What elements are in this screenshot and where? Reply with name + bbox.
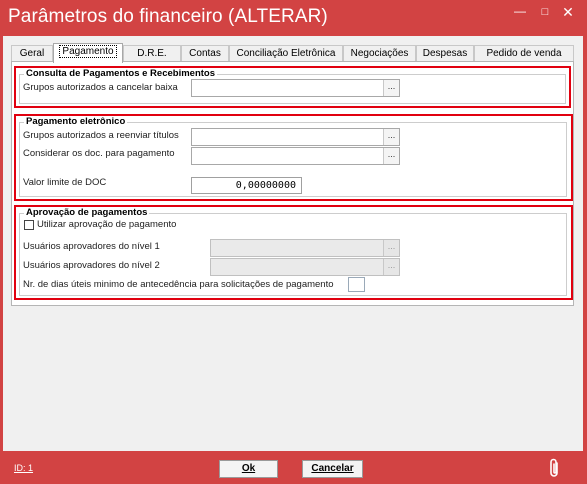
section-consulta-highlight: Consulta de Pagamentos e Recebimentos Gr… <box>14 66 571 108</box>
close-icon[interactable]: ✕ <box>557 4 579 20</box>
aprovadores-nivel2-label: Usuários aprovadores do nível 2 <box>23 260 160 271</box>
title-bar: Parâmetros do financeiro (ALTERAR) — □ ✕ <box>0 0 587 36</box>
paperclip-icon[interactable] <box>548 458 562 480</box>
tab-label: Despesas <box>422 48 468 59</box>
tab-label: Geral <box>19 48 45 59</box>
grupos-cancelar-field[interactable]: ... <box>191 79 400 97</box>
section-pagamento-eletronico-highlight: Pagamento eletrônico Grupos autorizados … <box>14 114 573 201</box>
utilizar-aprovacao-checkbox[interactable] <box>24 220 34 230</box>
grupos-reenviar-label: Grupos autorizados a reenviar títulos <box>23 130 179 141</box>
tab-contas[interactable]: Contas <box>181 45 229 62</box>
aprovadores-nivel2-lookup-button[interactable]: ... <box>383 259 399 275</box>
grupos-cancelar-lookup-button[interactable]: ... <box>383 80 399 96</box>
groupbox-pagamento-eletronico: Pagamento eletrônico Grupos autorizados … <box>19 116 567 197</box>
tab-dre[interactable]: D.R.E. <box>123 45 181 62</box>
groupbox-consulta: Consulta de Pagamentos e Recebimentos Gr… <box>19 68 566 104</box>
ok-button-label: Ok <box>241 463 256 474</box>
tab-label: Pedido de venda <box>486 48 562 59</box>
record-id-link[interactable]: ID: 1 <box>14 463 33 473</box>
aprovadores-nivel1-field[interactable]: ... <box>210 239 400 257</box>
dias-antecedencia-label: Nr. de dias úteis minimo de antecedência… <box>23 279 334 290</box>
grupos-cancelar-label: Grupos autorizados a cancelar baixa <box>23 82 178 93</box>
considerar-doc-label: Considerar os doc. para pagamento <box>23 148 175 159</box>
tab-label: Pagamento <box>59 45 117 58</box>
tab-strip: Geral Pagamento D.R.E. Contas Conciliaçã… <box>11 43 574 63</box>
grupos-reenviar-lookup-button[interactable]: ... <box>383 129 399 145</box>
ok-button[interactable]: Ok <box>219 460 278 478</box>
tab-page-pagamento: Consulta de Pagamentos e Recebimentos Gr… <box>11 61 574 306</box>
considerar-doc-field[interactable]: ... <box>191 147 400 165</box>
cancel-button[interactable]: Cancelar <box>302 460 363 478</box>
utilizar-aprovacao-label[interactable]: Utilizar aprovação de pagamento <box>37 219 176 230</box>
window-title: Parâmetros do financeiro (ALTERAR) <box>8 6 328 27</box>
tab-label: Contas <box>189 48 221 59</box>
tab-conciliacao-eletronica[interactable]: Conciliação Eletrônica <box>229 45 343 62</box>
tab-label: D.R.E. <box>137 48 167 59</box>
valor-limite-doc-label: Valor limite de DOC <box>23 177 107 188</box>
grupos-reenviar-field[interactable]: ... <box>191 128 400 146</box>
aprovacao-legend: Aprovação de pagamentos <box>24 207 150 218</box>
considerar-doc-lookup-button[interactable]: ... <box>383 148 399 164</box>
tab-geral[interactable]: Geral <box>11 45 53 62</box>
cancel-button-label: Cancelar <box>311 463 354 474</box>
tab-pagamento[interactable]: Pagamento <box>53 43 123 63</box>
aprovadores-nivel2-field[interactable]: ... <box>210 258 400 276</box>
dias-antecedencia-input[interactable] <box>348 277 365 292</box>
tab-label: Negociações <box>350 48 409 59</box>
section-aprovacao-highlight: Aprovação de pagamentos Utilizar aprovaç… <box>14 205 573 300</box>
pagamento-eletronico-legend: Pagamento eletrônico <box>24 116 128 127</box>
content-panel: Geral Pagamento D.R.E. Contas Conciliaçã… <box>3 36 583 451</box>
groupbox-aprovacao: Aprovação de pagamentos Utilizar aprovaç… <box>19 207 567 296</box>
minimize-icon[interactable]: — <box>509 3 531 19</box>
aprovadores-nivel1-lookup-button[interactable]: ... <box>383 240 399 256</box>
tab-negociacoes[interactable]: Negociações <box>343 45 416 62</box>
maximize-icon[interactable]: □ <box>534 4 556 20</box>
tab-despesas[interactable]: Despesas <box>416 45 474 62</box>
aprovadores-nivel1-label: Usuários aprovadores do nível 1 <box>23 241 160 252</box>
valor-limite-doc-input[interactable]: 0,00000000 <box>191 177 302 194</box>
tab-label: Conciliação Eletrônica <box>236 48 336 59</box>
tab-pedido-de-venda[interactable]: Pedido de venda <box>474 45 574 62</box>
consulta-legend: Consulta de Pagamentos e Recebimentos <box>24 68 217 79</box>
